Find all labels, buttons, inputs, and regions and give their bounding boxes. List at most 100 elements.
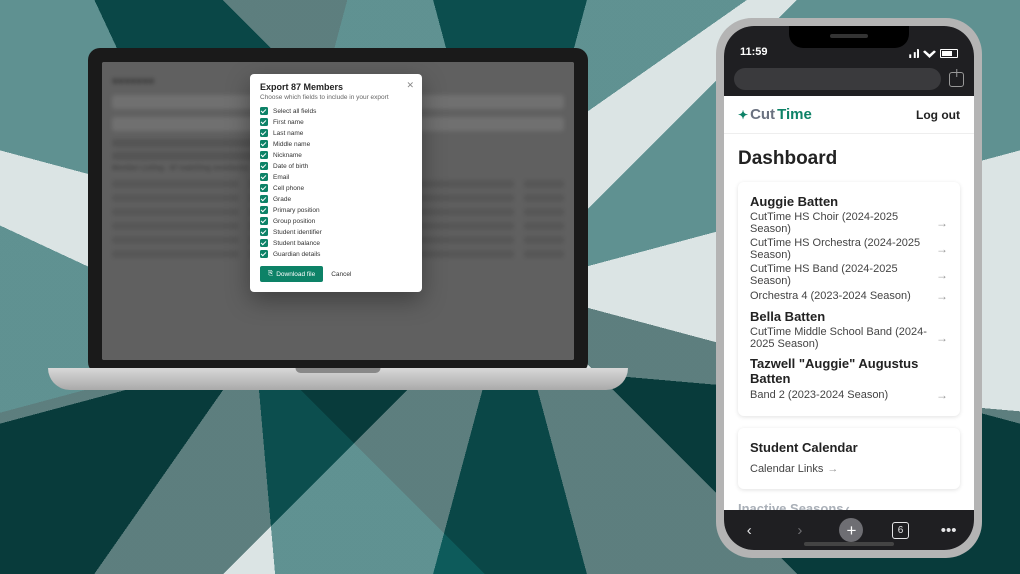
logo-sparkle-icon: ✦: [738, 108, 748, 122]
download-label: Download file: [276, 271, 315, 278]
enrollment-link[interactable]: CutTime HS Band (2024-2025 Season)→: [750, 263, 948, 287]
field-row-cell-phone[interactable]: Cell phone: [260, 184, 412, 192]
field-row-nickname[interactable]: Nickname: [260, 151, 412, 159]
browser-url-bar: [724, 62, 974, 96]
enrollment-label: CutTime HS Orchestra (2024-2025 Season): [750, 237, 936, 261]
enrollment-label: Orchestra 4 (2023-2024 Season): [750, 290, 911, 302]
checkbox-icon[interactable]: [260, 129, 268, 137]
laptop-bezel: ■■■■■■■ Member Listing - 87 matching mem…: [88, 48, 588, 374]
field-row-date-of-birth[interactable]: Date of birth: [260, 162, 412, 170]
checkbox-icon[interactable]: [260, 195, 268, 203]
more-icon[interactable]: •••: [938, 519, 960, 541]
enrollment-link[interactable]: Orchestra 4 (2023-2024 Season) →: [750, 289, 948, 303]
field-row-primary-position[interactable]: Primary position: [260, 206, 412, 214]
calendar-title: Student Calendar: [750, 440, 948, 455]
home-indicator: [804, 542, 894, 546]
field-row-student-balance[interactable]: Student balance: [260, 239, 412, 247]
select-all-label: Select all fields: [273, 108, 316, 115]
inactive-seasons-toggle[interactable]: Inactive Seasons‹: [738, 501, 960, 510]
enrollment-link[interactable]: CutTime HS Choir (2024-2025 Season)→: [750, 211, 948, 235]
field-label: Grade: [273, 196, 291, 203]
arrow-right-icon: →: [936, 216, 948, 230]
student-name: Bella Batten: [750, 309, 948, 324]
enrollment-label: Band 2 (2023-2024 Season): [750, 389, 888, 401]
arrow-right-icon: →: [936, 331, 948, 345]
download-file-button[interactable]: ⎘ Download file: [260, 266, 323, 282]
enrollment-label: CutTime HS Choir (2024-2025 Season): [750, 211, 936, 235]
phone-screen: 11:59 ✦ CutTime Log out Dashboard Auggie…: [724, 26, 974, 550]
checkbox-icon[interactable]: [260, 250, 268, 258]
enrollment-link[interactable]: CutTime Middle School Band (2024-2025 Se…: [750, 326, 948, 350]
field-label: Middle name: [273, 141, 310, 148]
cancel-button[interactable]: Cancel: [331, 271, 351, 278]
field-label: Last name: [273, 130, 303, 137]
field-label: Date of birth: [273, 163, 308, 170]
field-label: Guardian details: [273, 251, 320, 258]
field-row-last-name[interactable]: Last name: [260, 129, 412, 137]
close-icon[interactable]: ✕: [406, 80, 414, 91]
field-row-grade[interactable]: Grade: [260, 195, 412, 203]
field-label: First name: [273, 119, 304, 126]
download-icon: ⎘: [268, 270, 273, 278]
laptop-screen: ■■■■■■■ Member Listing - 87 matching mem…: [102, 62, 574, 360]
field-label: Primary position: [273, 207, 320, 214]
enrollment-label: CutTime Middle School Band (2024-2025 Se…: [750, 326, 936, 350]
checkbox-icon[interactable]: [260, 162, 268, 170]
battery-icon: [940, 49, 958, 58]
dashboard-body: Dashboard Auggie Batten CutTime HS Choir …: [724, 134, 974, 510]
checkbox-icon[interactable]: [260, 173, 268, 181]
field-label: Cell phone: [273, 185, 304, 192]
share-icon[interactable]: [949, 72, 964, 87]
checkbox-icon[interactable]: [260, 140, 268, 148]
student-name: Tazwell "Auggie" Augustus Batten: [750, 356, 948, 386]
checkbox-icon[interactable]: [260, 151, 268, 159]
field-row-middle-name[interactable]: Middle name: [260, 140, 412, 148]
new-tab-icon[interactable]: +: [839, 518, 863, 542]
enrollment-link[interactable]: Band 2 (2023-2024 Season) →: [750, 388, 948, 402]
field-label: Student balance: [273, 240, 320, 247]
modal-title: Export 87 Members: [260, 82, 412, 92]
enrollment-label: CutTime HS Band (2024-2025 Season): [750, 263, 936, 287]
url-field[interactable]: [734, 68, 941, 90]
back-icon[interactable]: ‹: [738, 519, 760, 541]
dashboard-title: Dashboard: [738, 148, 960, 170]
arrow-right-icon: →: [936, 289, 948, 303]
arrow-right-icon: →: [936, 242, 948, 256]
arrow-right-icon: →: [936, 268, 948, 282]
phone-mockup: 11:59 ✦ CutTime Log out Dashboard Auggie…: [716, 18, 982, 558]
field-row-email[interactable]: Email: [260, 173, 412, 181]
student-name: Auggie Batten: [750, 194, 948, 209]
field-row-first-name[interactable]: First name: [260, 118, 412, 126]
calendar-card: Student Calendar Calendar Links→: [738, 428, 960, 489]
checkbox-icon[interactable]: [260, 184, 268, 192]
checkbox-icon[interactable]: [260, 228, 268, 236]
cuttime-logo[interactable]: ✦ CutTime: [738, 106, 812, 123]
field-row-guardian-details[interactable]: Guardian details: [260, 250, 412, 258]
laptop-base: [48, 368, 628, 390]
app-header: ✦ CutTime Log out: [724, 96, 974, 134]
field-label: Group position: [273, 218, 315, 225]
chevron-left-icon: ‹: [846, 501, 850, 510]
checkbox-icon[interactable]: [260, 206, 268, 214]
wifi-icon: [923, 49, 936, 58]
phone-notch: [789, 26, 909, 48]
signal-icon: [906, 49, 919, 58]
students-card: Auggie Batten CutTime HS Choir (2024-2025…: [738, 182, 960, 416]
calendar-links[interactable]: Calendar Links→: [750, 463, 838, 475]
forward-icon[interactable]: ›: [789, 519, 811, 541]
field-label: Email: [273, 174, 289, 181]
field-row-student-identifier[interactable]: Student identifier: [260, 228, 412, 236]
logout-link[interactable]: Log out: [916, 108, 960, 122]
field-row-group-position[interactable]: Group position: [260, 217, 412, 225]
tabs-icon[interactable]: 6: [892, 522, 909, 539]
checkbox-icon[interactable]: [260, 118, 268, 126]
select-all-row[interactable]: Select all fields: [260, 107, 412, 115]
checkbox-icon[interactable]: [260, 239, 268, 247]
checkbox-icon[interactable]: [260, 107, 268, 115]
enrollment-link[interactable]: CutTime HS Orchestra (2024-2025 Season)→: [750, 237, 948, 261]
modal-subtitle: Choose which fields to include in your e…: [260, 94, 412, 101]
field-label: Nickname: [273, 152, 302, 159]
laptop-mockup: ■■■■■■■ Member Listing - 87 matching mem…: [48, 48, 628, 448]
checkbox-icon[interactable]: [260, 217, 268, 225]
arrow-right-icon: →: [936, 388, 948, 402]
